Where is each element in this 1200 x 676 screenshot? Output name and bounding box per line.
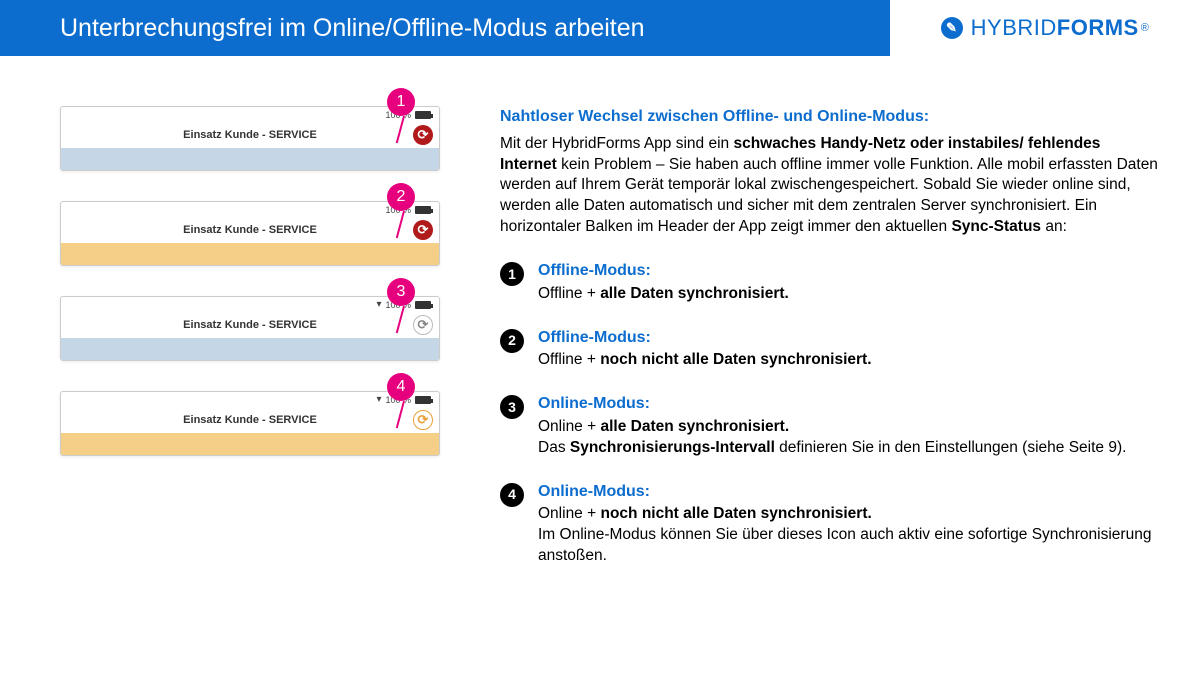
item-text: Offline-Modus:Offline + noch nicht alle … xyxy=(538,327,872,372)
item-body: Online + noch nicht alle Daten synchroni… xyxy=(538,504,1160,525)
item-number-badge: 3 xyxy=(500,395,524,419)
explanation-item-3: 3 Online-Modus:Online + alle Daten synchr… xyxy=(500,393,1160,458)
example-1: 1100 %Einsatz Kunde - SERVICE⟳ xyxy=(60,106,440,171)
sync-icon[interactable]: ⟳ xyxy=(413,220,433,240)
app-title-text: Einsatz Kunde - SERVICE xyxy=(183,224,317,236)
intro-heading: Nahtloser Wechsel zwischen Offline- und … xyxy=(500,106,1160,128)
item-extra: Im Online-Modus können Sie über dieses I… xyxy=(538,525,1160,567)
explanation-item-4: 4 Online-Modus:Online + noch nicht alle D… xyxy=(500,481,1160,567)
intro-body: Mit der HybridForms App sind ein schwach… xyxy=(500,134,1160,239)
example-number-badge: 1 xyxy=(387,88,415,116)
sync-icon[interactable]: ⟳ xyxy=(413,315,433,335)
item-extra: Das Synchronisierungs-Intervall definier… xyxy=(538,438,1126,459)
example-2: 2100 %Einsatz Kunde - SERVICE⟳ xyxy=(60,201,440,266)
app-title-row: Einsatz Kunde - SERVICE ⟳ xyxy=(61,407,439,433)
battery-icon xyxy=(415,206,431,214)
page-header: Unterbrechungsfrei im Online/Offline-Mod… xyxy=(0,0,1200,56)
battery-icon xyxy=(415,301,431,309)
explanation-item-2: 2 Offline-Modus:Offline + noch nicht alle… xyxy=(500,327,1160,372)
sync-status-bar xyxy=(61,243,439,265)
item-text: Offline-Modus:Offline + alle Daten synch… xyxy=(538,260,789,305)
status-bar: ▾100 % xyxy=(61,297,439,312)
explanation-column: Nahtloser Wechsel zwischen Offline- und … xyxy=(500,106,1160,589)
item-text: Online-Modus:Online + alle Daten synchro… xyxy=(538,393,1126,458)
item-title: Online-Modus: xyxy=(538,393,1126,415)
app-title-text: Einsatz Kunde - SERVICE xyxy=(183,414,317,426)
item-number-badge: 4 xyxy=(500,483,524,507)
item-title: Offline-Modus: xyxy=(538,327,872,349)
battery-icon xyxy=(415,396,431,404)
app-title-text: Einsatz Kunde - SERVICE xyxy=(183,319,317,331)
brand-logo: ✎ HYBRIDFORMS® xyxy=(890,0,1200,56)
phone-mockup: 100 % Einsatz Kunde - SERVICE ⟳ xyxy=(60,201,440,266)
status-bar: ▾100 % xyxy=(61,392,439,407)
explanation-item-1: 1 Offline-Modus:Offline + alle Daten sync… xyxy=(500,260,1160,305)
item-body: Offline + alle Daten synchronisiert. xyxy=(538,284,789,305)
brand-logo-icon: ✎ xyxy=(941,17,963,39)
phone-mockup: ▾100 % Einsatz Kunde - SERVICE ⟳ xyxy=(60,391,440,456)
status-bar: 100 % xyxy=(61,107,439,122)
app-title-row: Einsatz Kunde - SERVICE ⟳ xyxy=(61,312,439,338)
phone-mockup: 100 % Einsatz Kunde - SERVICE ⟳ xyxy=(60,106,440,171)
brand-logo-text-light: HYBRID xyxy=(971,15,1057,41)
main-content: 1100 %Einsatz Kunde - SERVICE⟳2100 %Eins… xyxy=(0,56,1200,609)
app-title-text: Einsatz Kunde - SERVICE xyxy=(183,129,317,141)
sync-icon[interactable]: ⟳ xyxy=(413,125,433,145)
app-title-row: Einsatz Kunde - SERVICE ⟳ xyxy=(61,122,439,148)
item-title: Online-Modus: xyxy=(538,481,1160,503)
wifi-icon: ▾ xyxy=(376,394,381,405)
status-bar: 100 % xyxy=(61,202,439,217)
item-text: Online-Modus:Online + noch nicht alle Da… xyxy=(538,481,1160,567)
examples-column: 1100 %Einsatz Kunde - SERVICE⟳2100 %Eins… xyxy=(60,106,440,589)
item-body: Offline + noch nicht alle Daten synchron… xyxy=(538,350,872,371)
wifi-icon: ▾ xyxy=(376,299,381,310)
sync-status-bar xyxy=(61,148,439,170)
example-4: 4▾100 %Einsatz Kunde - SERVICE⟳ xyxy=(60,391,440,456)
sync-status-bar xyxy=(61,433,439,455)
example-number-badge: 4 xyxy=(387,373,415,401)
example-3: 3▾100 %Einsatz Kunde - SERVICE⟳ xyxy=(60,296,440,361)
sync-icon[interactable]: ⟳ xyxy=(413,410,433,430)
item-number-badge: 1 xyxy=(500,262,524,286)
brand-logo-text-bold: FORMS xyxy=(1057,15,1139,41)
phone-mockup: ▾100 % Einsatz Kunde - SERVICE ⟳ xyxy=(60,296,440,361)
app-title-row: Einsatz Kunde - SERVICE ⟳ xyxy=(61,217,439,243)
item-number-badge: 2 xyxy=(500,329,524,353)
page-title: Unterbrechungsfrei im Online/Offline-Mod… xyxy=(60,14,645,43)
item-title: Offline-Modus: xyxy=(538,260,789,282)
sync-status-bar xyxy=(61,338,439,360)
battery-icon xyxy=(415,111,431,119)
example-number-badge: 2 xyxy=(387,183,415,211)
item-body: Online + alle Daten synchronisiert. xyxy=(538,417,1126,438)
example-number-badge: 3 xyxy=(387,278,415,306)
brand-logo-reg: ® xyxy=(1141,22,1150,34)
